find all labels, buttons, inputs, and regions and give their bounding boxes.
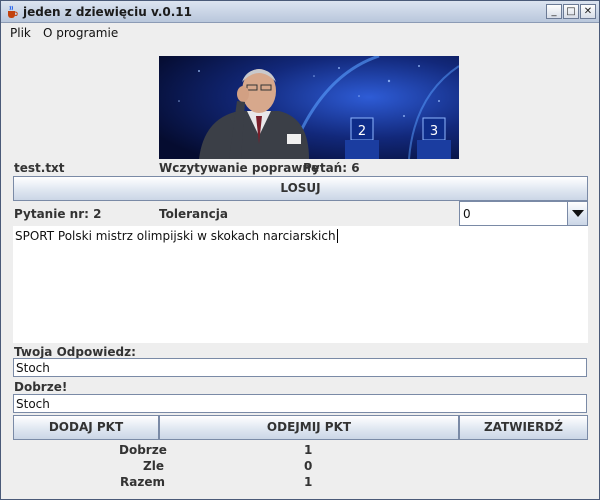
- tolerance-dropdown-button[interactable]: [567, 202, 587, 225]
- tolerance-select[interactable]: 0: [459, 201, 588, 226]
- add-point-button[interactable]: DODAJ PKT: [13, 415, 159, 440]
- correct-answer-field[interactable]: Stoch: [13, 394, 587, 413]
- app-window: jeden z dziewięciu v.0.11 _ □ ✕ Plik O p…: [0, 0, 600, 500]
- score-correct-value: 1: [304, 443, 313, 457]
- title-bar[interactable]: jeden z dziewięciu v.0.11 _ □ ✕: [1, 1, 599, 23]
- minimize-button[interactable]: _: [546, 4, 562, 19]
- window-title: jeden z dziewięciu v.0.11: [23, 5, 192, 19]
- score-correct-label: Dobrze: [119, 443, 167, 457]
- draw-button[interactable]: LOSUJ: [13, 176, 588, 201]
- load-status-label: Wczytywanie poprawne: [159, 161, 320, 175]
- chevron-down-icon: [572, 210, 584, 217]
- your-answer-label: Twoja Odpowiedz:: [14, 345, 136, 359]
- score-wrong-value: 0: [304, 459, 313, 473]
- your-answer-field[interactable]: Stoch: [13, 358, 587, 377]
- menu-file[interactable]: Plik: [10, 26, 31, 40]
- questions-count-label: Pytań: 6: [303, 161, 360, 175]
- question-text-content: SPORT Polski mistrz olimpijski w skokach…: [15, 229, 336, 243]
- tolerance-value: 0: [463, 207, 471, 221]
- close-button[interactable]: ✕: [580, 4, 596, 19]
- maximize-button[interactable]: □: [563, 4, 579, 19]
- verdict-label: Dobrze!: [14, 380, 68, 394]
- your-answer-value: Stoch: [16, 361, 50, 375]
- java-cup-icon: [8, 5, 18, 18]
- text-caret: [336, 229, 338, 243]
- tolerance-label: Tolerancja: [159, 207, 228, 221]
- svg-text:3: 3: [430, 124, 438, 139]
- score-wrong-label: Zle: [143, 459, 164, 473]
- subtract-point-button[interactable]: ODEJMIJ PKT: [159, 415, 459, 440]
- menu-bar: Plik O programie: [1, 23, 599, 43]
- file-name-label: test.txt: [14, 161, 65, 175]
- confirm-button[interactable]: ZATWIERDŹ: [459, 415, 588, 440]
- question-text-area[interactable]: SPORT Polski mistrz olimpijski w skokach…: [13, 226, 588, 343]
- question-text: SPORT Polski mistrz olimpijski w skokach…: [15, 229, 338, 243]
- correct-answer-value: Stoch: [16, 397, 50, 411]
- svg-text:2: 2: [358, 124, 366, 139]
- menu-about[interactable]: O programie: [43, 26, 118, 40]
- score-total-value: 1: [304, 475, 313, 489]
- show-banner-image: 2 3: [159, 56, 459, 159]
- score-total-label: Razem: [120, 475, 165, 489]
- question-number-label: Pytanie nr: 2: [14, 207, 102, 221]
